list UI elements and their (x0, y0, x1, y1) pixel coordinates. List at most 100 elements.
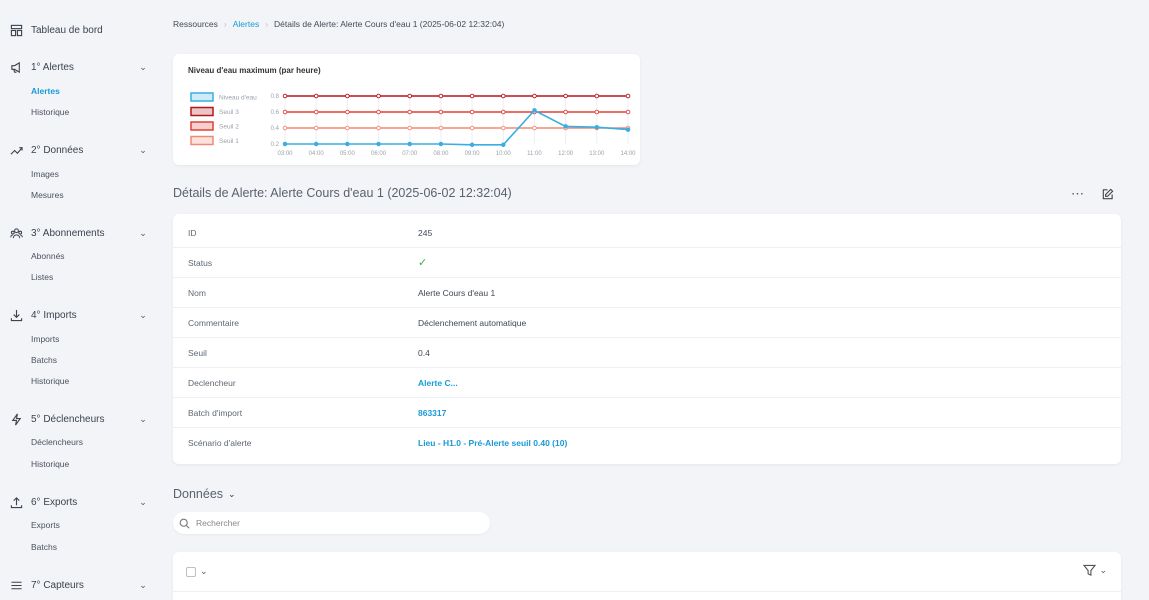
data-point (532, 93, 537, 99)
detail-label: Commentaire (188, 317, 240, 328)
scenario-link[interactable]: Lieu - H1.0 - Pré-Alerte seuil 0.40 (10) (418, 438, 567, 448)
list-icon (11, 581, 22, 589)
chevron-down-icon[interactable]: ⌄ (136, 228, 150, 239)
x-tick-label: 14:00 (620, 151, 636, 157)
chevron-down-icon: ⌄ (1099, 565, 1107, 575)
data-point (376, 109, 381, 115)
data-point (282, 109, 288, 115)
data-point (438, 141, 444, 147)
search-input[interactable] (196, 518, 476, 528)
data-point (625, 93, 631, 99)
data-point (345, 141, 350, 147)
details-card: ID 245 Status ✓ Nom Alerte Cours d'eau 1… (173, 214, 1121, 464)
chevron-right-icon: › (265, 19, 269, 29)
chevron-down-icon[interactable]: ⌄ (136, 145, 150, 156)
sidebar-section-label: 4° Imports (31, 309, 77, 321)
sidebar-item-dashboard[interactable]: Tableau de bord (10, 21, 150, 39)
sidebar-section-exports[interactable]: 6° Exports ⌄ (10, 493, 150, 511)
trend-icon (10, 146, 23, 155)
select-all-checkbox[interactable] (186, 567, 196, 577)
data-point (438, 125, 444, 131)
sidebar-item-historique[interactable]: Historique (31, 459, 69, 469)
data-point (469, 93, 475, 99)
legend-label: Seuil 2 (219, 124, 239, 131)
chevron-down-icon[interactable]: ⌄ (200, 566, 208, 577)
x-tick-label: 03:00 (277, 151, 293, 157)
filter-button[interactable]: ⌄ (1083, 564, 1107, 577)
sidebar-item-batchs[interactable]: Batchs (31, 542, 57, 552)
breadcrumb-item-alertes[interactable]: Alertes (233, 19, 259, 29)
data-point (532, 108, 537, 113)
data-point (345, 125, 350, 131)
sidebar-section-capteurs[interactable]: 7° Capteurs ⌄ (10, 576, 150, 594)
data-point (438, 109, 444, 115)
chevron-down-icon[interactable]: ⌄ (136, 580, 150, 591)
detail-row-nom: Nom Alerte Cours d'eau 1 (173, 278, 1121, 308)
detail-row-commentaire: Commentaire Déclenchement automatique (173, 308, 1121, 338)
sidebar-item-batchs[interactable]: Batchs (31, 355, 57, 365)
sidebar-item-historique[interactable]: Historique (31, 376, 69, 386)
data-point (563, 93, 568, 99)
data-point (282, 125, 288, 131)
x-tick-label: 04:00 (309, 151, 325, 157)
edit-icon[interactable] (1101, 188, 1114, 201)
sidebar-item-mesures[interactable]: Mesures (31, 190, 64, 200)
x-tick-label: 08:00 (433, 151, 449, 157)
more-horizontal-icon[interactable]: ⋯ (1071, 186, 1085, 202)
chevron-down-icon[interactable]: ⌄ (136, 414, 150, 425)
sidebar-section-label: 2° Données (31, 144, 84, 156)
megaphone-icon (11, 61, 20, 73)
y-tick-label: 0.2 (271, 142, 280, 148)
data-point (625, 127, 631, 132)
data-point (407, 93, 412, 99)
breadcrumb-item-ressources[interactable]: Ressources (173, 19, 218, 29)
sidebar-section-declencheurs[interactable]: 5° Déclencheurs ⌄ (10, 410, 150, 428)
batch-link[interactable]: 863317 (418, 408, 446, 418)
sidebar-section-alertes[interactable]: 1° Alertes ⌄ (10, 58, 150, 76)
chevron-down-icon[interactable]: ⌄ (136, 497, 150, 508)
data-point (313, 125, 319, 131)
data-table: ⌄ ⌄ (173, 552, 1121, 600)
declencheur-link[interactable]: Alerte C... (418, 378, 458, 388)
sidebar-section-donnees[interactable]: 2° Données ⌄ (10, 141, 150, 159)
sidebar-item-alertes[interactable]: Alertes (31, 86, 60, 96)
detail-value: Déclenchement automatique (418, 317, 527, 328)
data-point (313, 93, 319, 99)
data-point (407, 109, 412, 115)
sidebar-item-abonnes[interactable]: Abonnés (31, 251, 65, 261)
download-icon (10, 309, 23, 321)
users-icon (10, 227, 23, 238)
legend-label: Niveau d'eau (219, 95, 257, 102)
detail-label: Scénario d'alerte (188, 438, 252, 448)
detail-row-declencheur: Declencheur Alerte C... (173, 368, 1121, 398)
y-tick-label: 0.6 (271, 110, 280, 116)
legend-label: Seuil 1 (219, 138, 239, 145)
data-point (469, 109, 475, 115)
sidebar-item-exports[interactable]: Exports (31, 520, 60, 530)
dashboard-icon (10, 24, 23, 36)
header-actions: ⋯ (1071, 186, 1114, 202)
sidebar-item-label: Tableau de bord (31, 24, 103, 36)
sidebar-item-declencheurs[interactable]: Déclencheurs (31, 437, 83, 447)
donnees-section-toggle[interactable]: Données ⌄ (173, 487, 236, 501)
search-icon (179, 518, 190, 529)
breadcrumb-item-current: Détails de Alerte: Alerte Cours d'eau 1 … (274, 19, 505, 29)
data-point (376, 125, 381, 131)
detail-row-batch: Batch d'import 863317 (173, 398, 1121, 428)
sidebar-item-listes[interactable]: Listes (31, 272, 53, 282)
data-point (282, 141, 288, 147)
water-level-chart: 0.2 0.4 0.6 0.8 03:00 04:00 05:00 06:00 07:00 08:… (190, 92, 636, 157)
sidebar-section-imports[interactable]: 4° Imports ⌄ (10, 306, 150, 324)
sidebar-item-historique[interactable]: Historique (31, 107, 69, 117)
x-tick-label: 13:00 (589, 151, 605, 157)
chevron-down-icon[interactable]: ⌄ (136, 62, 150, 73)
sidebar-section-abonnements[interactable]: 3° Abonnements ⌄ (10, 224, 150, 242)
sidebar-item-imports[interactable]: Imports (31, 334, 59, 344)
data-point (625, 109, 631, 115)
chevron-down-icon[interactable]: ⌄ (136, 310, 150, 321)
chevron-down-icon: ⌄ (228, 488, 236, 499)
legend-swatch (190, 121, 214, 131)
sidebar-item-images[interactable]: Images (31, 169, 59, 179)
legend-label: Seuil 3 (219, 109, 239, 116)
data-point (563, 109, 568, 115)
